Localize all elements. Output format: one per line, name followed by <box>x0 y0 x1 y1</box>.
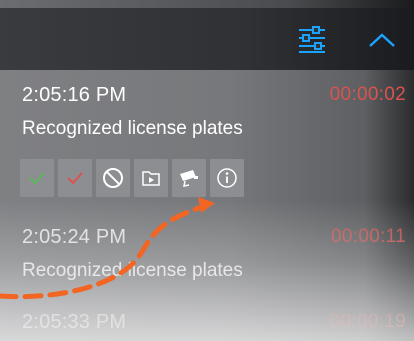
camera-button[interactable] <box>172 159 206 197</box>
chevron-up-icon <box>369 33 395 47</box>
block-icon <box>103 168 123 188</box>
checkmark-green-icon <box>29 172 45 185</box>
info-button[interactable] <box>210 159 244 197</box>
event-time: 2:05:24 PM <box>22 226 127 248</box>
filter-button[interactable] <box>290 20 334 60</box>
event-description: Recognized license plates <box>22 118 243 139</box>
event-duration: 00:00:02 <box>329 84 406 105</box>
checkmark-red-icon <box>67 172 83 185</box>
event-actions <box>20 159 244 197</box>
event-duration: 00:00:11 <box>331 226 406 247</box>
sliders-icon <box>299 26 325 53</box>
collapse-button[interactable] <box>360 20 404 60</box>
event-duration: 00:00:19 <box>329 311 406 332</box>
info-icon <box>217 168 237 188</box>
panel-header <box>0 8 414 70</box>
block-button[interactable] <box>96 159 130 197</box>
reject-button[interactable] <box>58 159 92 197</box>
events-panel: 2:05:16 PM 00:00:02 Recognized license p… <box>0 0 414 341</box>
event-time: 2:05:16 PM <box>22 84 127 106</box>
archive-button[interactable] <box>134 159 168 197</box>
accept-button[interactable] <box>20 159 54 197</box>
event-description: Recognized license plates <box>22 260 243 281</box>
top-strip <box>0 0 414 8</box>
event-time: 2:05:33 PM <box>22 311 127 333</box>
folder-play-icon <box>142 171 160 186</box>
camera-icon <box>180 170 198 187</box>
